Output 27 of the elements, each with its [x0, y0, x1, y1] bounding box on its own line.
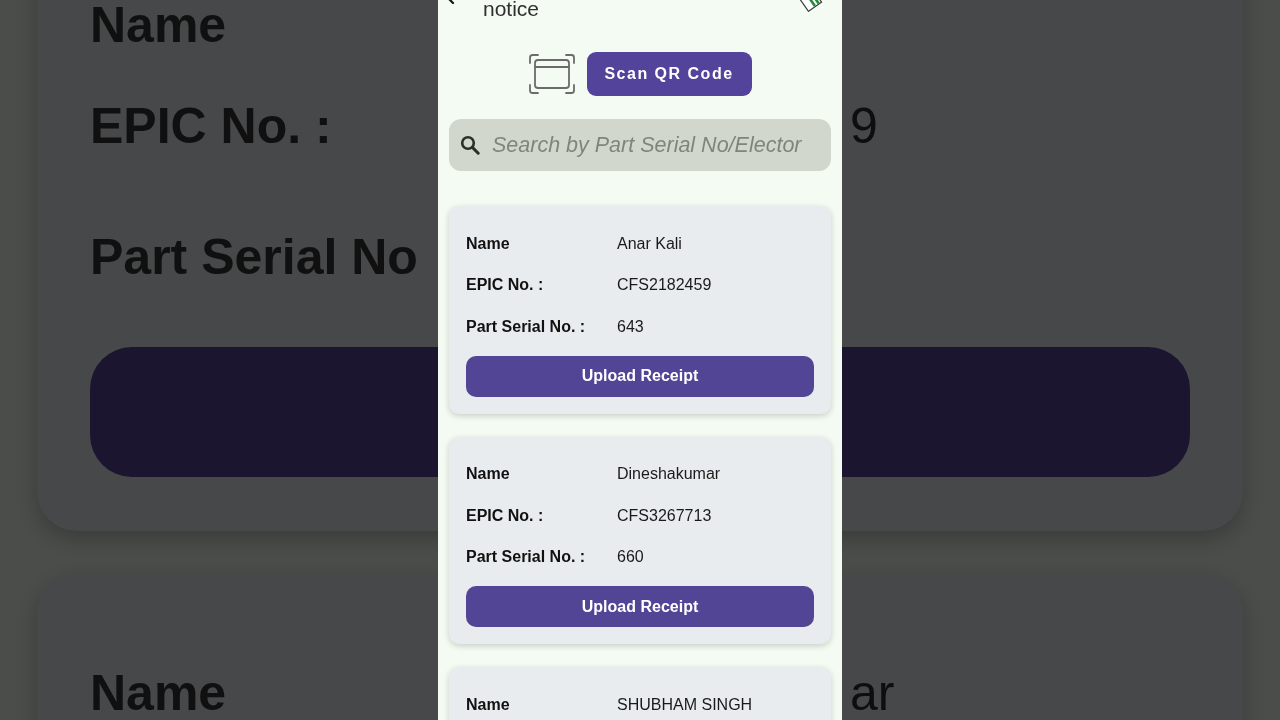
- field-label: Part Serial No: [90, 231, 418, 282]
- field-label: EPIC No. :: [90, 100, 332, 151]
- field-label: Name: [90, 667, 227, 718]
- upload-receipt-button[interactable]: Upload Receipt: [466, 586, 814, 627]
- field-value: CFS3267713: [617, 506, 712, 525]
- field-label: EPIC No. :: [466, 276, 544, 295]
- field-value: 660: [617, 548, 644, 567]
- field-label: Name: [466, 465, 510, 484]
- field-value: Anar Kali: [617, 234, 682, 253]
- field-label: EPIC No. :: [466, 506, 544, 525]
- field-value: ar: [850, 667, 895, 718]
- field-value: CFS2182459: [617, 276, 712, 295]
- field-label: Part Serial No. :: [466, 548, 586, 567]
- field-value: Dineshakumar: [617, 465, 721, 484]
- screen-title: notice: [483, 0, 540, 21]
- search-icon: [460, 135, 480, 155]
- field-value: 643: [617, 317, 644, 336]
- field-label: Name: [466, 234, 510, 253]
- field-label: Part Serial No. :: [466, 317, 586, 336]
- field-label: Name: [90, 0, 227, 50]
- field-value: 9: [850, 100, 878, 151]
- upload-receipt-button[interactable]: Upload Receipt: [466, 355, 814, 397]
- scan-qr-button[interactable]: Scan QR Code: [586, 52, 752, 96]
- field-value: SHUBHAM SINGH: [617, 695, 753, 714]
- scan-frame-icon: [528, 54, 575, 94]
- field-label: Name: [466, 695, 510, 714]
- search-field[interactable]: Search by Part Serial No/Elector: [449, 119, 831, 171]
